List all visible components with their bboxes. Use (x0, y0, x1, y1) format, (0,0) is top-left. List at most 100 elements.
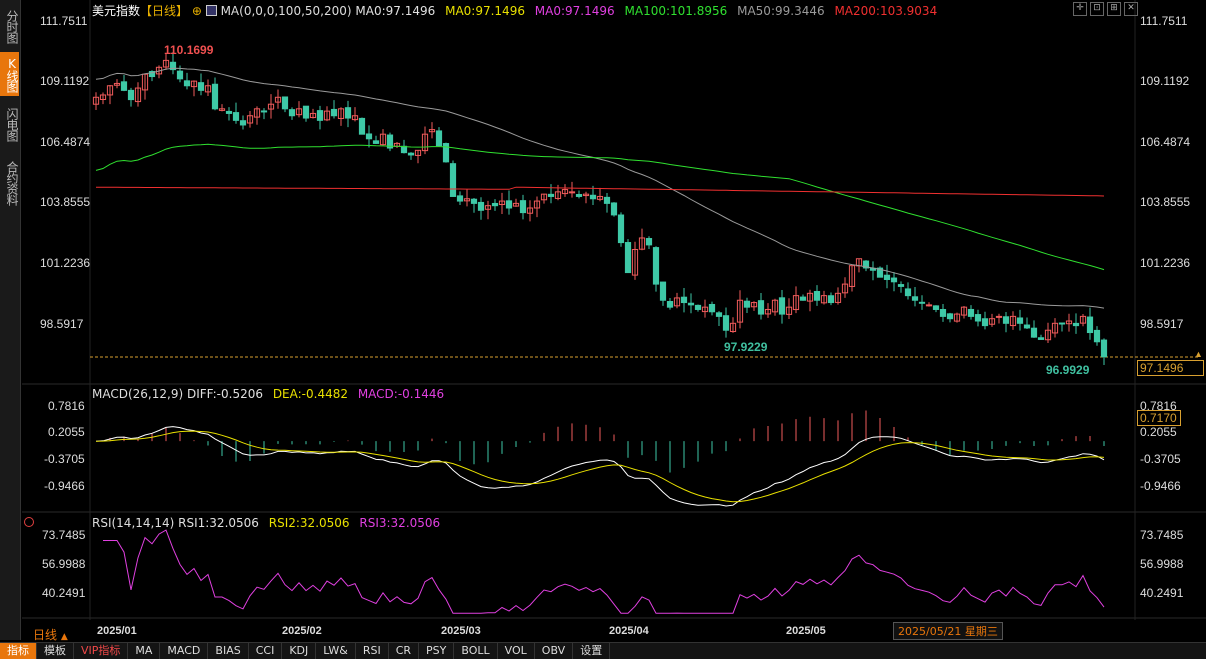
macd-tick-left: 0.7816 (48, 399, 85, 413)
candle-body (799, 296, 807, 301)
candle-body (575, 194, 583, 197)
tab-rsi[interactable]: RSI (356, 643, 389, 659)
tab-kdj[interactable]: KDJ (282, 643, 317, 659)
candle-body (1037, 337, 1045, 340)
rsi-tick-right: 56.9988 (1140, 557, 1184, 571)
candle-body (400, 145, 408, 154)
tab-ma[interactable]: MA (128, 643, 161, 659)
rsi-line (103, 529, 1105, 614)
target-icon[interactable] (24, 517, 34, 527)
grid-icon[interactable]: ⊞ (1107, 2, 1121, 16)
candle-body (925, 304, 933, 307)
macd-tick-left: -0.3705 (44, 452, 85, 466)
price-tick-right: 106.4874 (1140, 135, 1191, 149)
ma-item-1: MA0:97.1496 (445, 4, 525, 18)
rsi-tick-left: 40.2491 (42, 586, 86, 600)
rsi-1: RSI1:32.0506 (178, 516, 259, 530)
candle-body (624, 242, 632, 274)
ma-item-0: MA0:97.1496 (355, 4, 436, 18)
tab-obv[interactable]: OBV (535, 643, 574, 659)
high-label: 110.1699 (164, 43, 214, 57)
ma-settings-icon[interactable] (205, 5, 217, 16)
candle-body (239, 120, 247, 126)
tab-bias[interactable]: BIAS (208, 643, 249, 659)
tab-psy[interactable]: PSY (419, 643, 455, 659)
candle-body (1086, 316, 1094, 334)
candle-body (946, 313, 954, 320)
tab-templates[interactable]: 模板 (37, 643, 74, 659)
candle-body (183, 80, 191, 87)
candle-body (883, 274, 891, 280)
tab-settings[interactable]: 设置 (573, 643, 611, 659)
candle-body (589, 194, 597, 200)
price-tick-left: 103.8555 (40, 195, 91, 209)
candle-body (778, 297, 786, 315)
candle-body (491, 202, 499, 207)
tab-boll[interactable]: BOLL (454, 643, 498, 659)
macd-dea-line (95, 430, 1105, 503)
candle-body (904, 288, 912, 297)
macd-params: MACD(26,12,9) (92, 387, 184, 401)
ma-params: MA(0,0,0,100,50,200) (220, 4, 352, 18)
candle-body (995, 315, 1003, 318)
candle-body (358, 117, 366, 135)
tab-vip-indicators[interactable]: VIP指标 (74, 643, 129, 659)
candle-body (197, 82, 205, 91)
tab-vol[interactable]: VOL (498, 643, 535, 659)
candle-body (687, 302, 695, 306)
macd-tick-left: -0.9466 (44, 479, 85, 493)
tab-lw[interactable]: LW& (316, 643, 356, 659)
candle-body (974, 314, 982, 322)
time-label: 2025/05 (786, 625, 826, 637)
tab-cr[interactable]: CR (389, 643, 420, 659)
candle-body (344, 107, 352, 119)
candle-body (260, 110, 268, 113)
candle-body (1016, 317, 1024, 324)
candle-body (911, 296, 919, 301)
macd-tick-left: 0.2055 (48, 425, 85, 439)
tab-macd[interactable]: MACD (160, 643, 209, 659)
candle-body (547, 193, 555, 197)
candle-body (127, 89, 135, 101)
tab-indicators[interactable]: 指标 (0, 643, 37, 659)
candle-body (281, 96, 289, 110)
time-label: 2025/03 (441, 625, 481, 637)
price-tick-right: 103.8555 (1140, 195, 1191, 209)
rsi-tick-right: 73.7485 (1140, 528, 1184, 542)
candle-body (302, 105, 310, 119)
candle-body (722, 315, 730, 331)
expand-icon[interactable]: ✛ (1073, 2, 1087, 16)
macd-tick-right: 0.2055 (1140, 425, 1177, 439)
candle-body (120, 81, 128, 91)
low-label-1: 97.9229 (724, 340, 768, 354)
candle-body (652, 247, 660, 285)
candle-body (1058, 322, 1066, 325)
instrument-title: 美元指数 (92, 4, 141, 18)
candle-body (330, 108, 338, 117)
candle-body (1030, 327, 1038, 338)
ma-item-4: MA50:99.3446 (737, 4, 825, 18)
candle-body (890, 277, 898, 283)
candle-body (715, 312, 723, 317)
tab-cci[interactable]: CCI (249, 643, 283, 659)
candle-body (827, 295, 835, 304)
period-selector[interactable]: 日线 ▲ (33, 626, 68, 643)
plus-circle-icon[interactable]: ⊕ (192, 4, 202, 18)
candle-body (813, 291, 821, 301)
contract-icon[interactable]: ⊡ (1090, 2, 1104, 16)
rsi-tick-left: 56.9988 (42, 557, 86, 571)
candle-body (316, 110, 324, 121)
close-icon[interactable]: ✕ (1124, 2, 1138, 16)
candle-body (918, 301, 926, 304)
price-tick-right: 111.7511 (1140, 14, 1188, 28)
chart-canvas[interactable] (0, 0, 1206, 658)
macd-header: MACD(26,12,9) DIFF:-0.5206 DEA:-0.4482 M… (92, 387, 444, 401)
candle-body (617, 214, 625, 244)
macd-value: MACD:-0.1446 (357, 387, 445, 401)
rsi-tick-left: 73.7485 (42, 528, 86, 542)
rsi-tick-right: 40.2491 (1140, 586, 1184, 600)
candle-body (659, 281, 667, 301)
candle-body (442, 143, 450, 163)
rsi-2: RSI2:32.0506 (268, 516, 350, 530)
candle-body (568, 191, 576, 194)
